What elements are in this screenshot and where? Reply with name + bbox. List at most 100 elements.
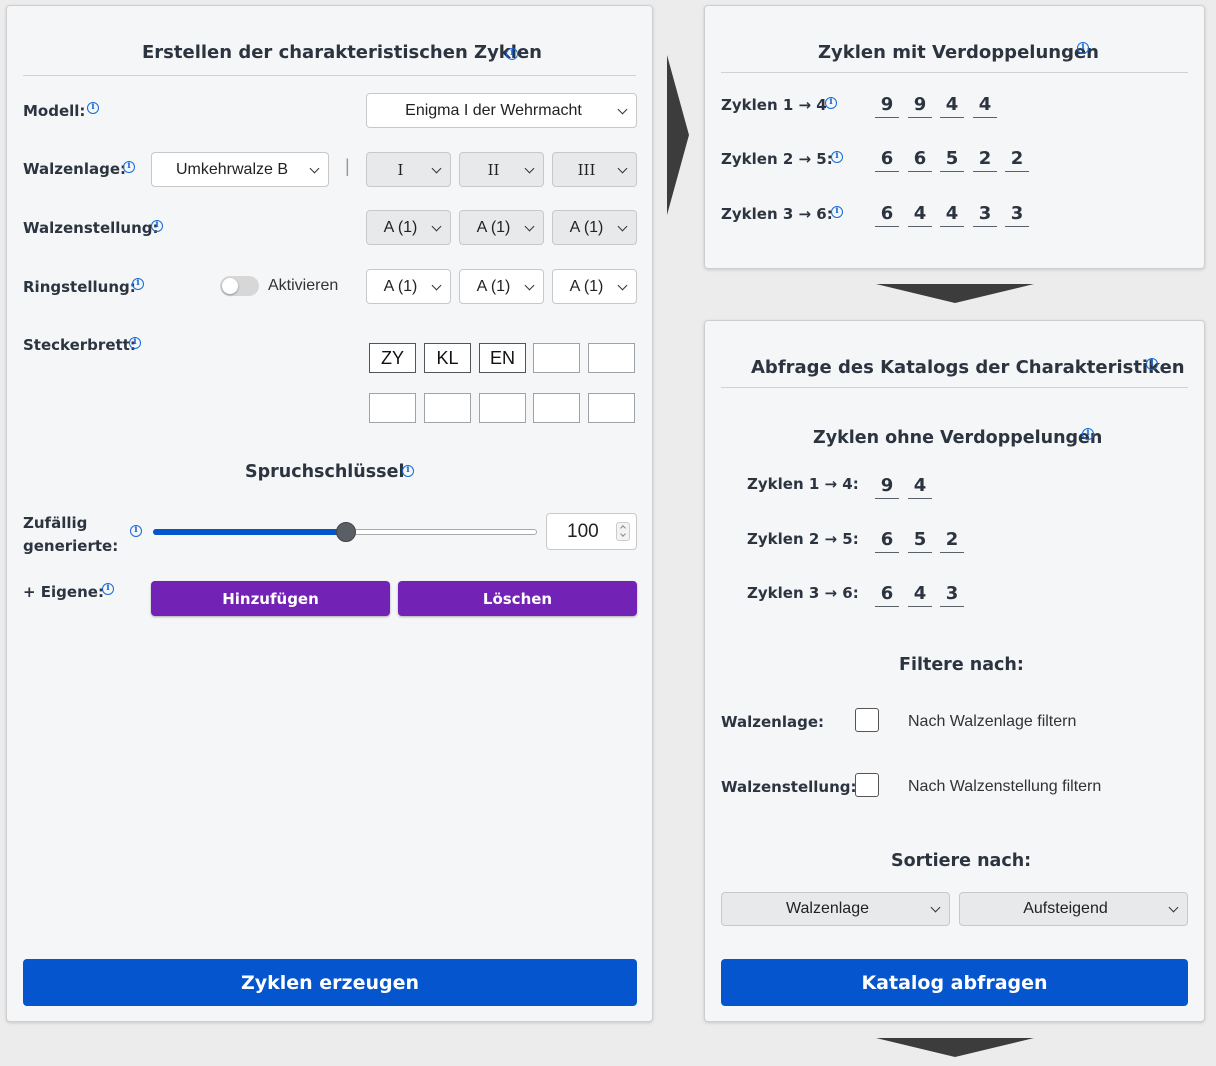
slider-fill: [153, 529, 345, 535]
info-icon[interactable]: i: [831, 151, 843, 163]
info-icon[interactable]: i: [132, 278, 144, 290]
plug-input[interactable]: EN: [479, 343, 526, 373]
cycle-digit: 6: [875, 148, 899, 172]
info-icon[interactable]: i: [825, 97, 837, 109]
walzenstellung-3-select[interactable]: A (1): [552, 210, 637, 245]
info-icon[interactable]: i: [123, 161, 135, 173]
cycles-with-doubles-panel: Zyklen mit Verdoppelungen i Zyklen 1 → 4…: [704, 5, 1205, 269]
modell-label: Modell:: [23, 102, 86, 120]
delete-button[interactable]: Löschen: [398, 581, 637, 616]
plug-input[interactable]: [479, 393, 526, 423]
arrow-down-icon: [876, 1038, 1034, 1057]
plug-input[interactable]: KL: [424, 343, 471, 373]
cycle-digit: 4: [908, 475, 932, 499]
walzenstellung-1-select[interactable]: A (1): [366, 210, 451, 245]
filter-title: Filtere nach:: [899, 655, 1024, 675]
ringstellung-2-select[interactable]: A (1): [459, 269, 544, 304]
filter-walzenlage-checkbox[interactable]: [855, 708, 879, 732]
row-label: Zyklen 1 → 4:: [747, 475, 859, 493]
random-count-value: 100: [567, 521, 599, 542]
random-count-slider[interactable]: [153, 522, 537, 542]
plug-input[interactable]: [533, 343, 580, 373]
cycle-digit: 6: [908, 148, 932, 172]
chevron-down-icon: [617, 104, 628, 114]
row-label: Zyklen 3 → 6:: [747, 584, 859, 602]
info-icon[interactable]: i: [151, 220, 163, 232]
ring-toggle-label: Aktivieren: [268, 277, 339, 294]
walze-3-select[interactable]: III: [552, 152, 637, 187]
spinner-icon[interactable]: [616, 522, 630, 541]
info-icon[interactable]: i: [87, 102, 99, 114]
generate-cycles-button[interactable]: Zyklen erzeugen: [23, 959, 637, 1006]
slider-thumb[interactable]: [336, 522, 356, 542]
toggle-knob: [222, 278, 238, 294]
ringstellung-label: Ringstellung:: [23, 278, 136, 296]
ringstellung-3-select[interactable]: A (1): [552, 269, 637, 304]
info-icon[interactable]: i: [1077, 42, 1089, 54]
cycle-digit: 4: [973, 94, 997, 118]
sort-order-select[interactable]: Aufsteigend: [959, 892, 1188, 926]
cycle-digit: 4: [940, 94, 964, 118]
filter-walzenlage-text: Nach Walzenlage filtern: [908, 713, 1077, 730]
info-icon[interactable]: i: [102, 583, 114, 595]
zufaellig-label-1: Zufällig: [23, 514, 88, 532]
modell-select-value: Enigma I der Wehrmacht: [405, 101, 582, 119]
plug-input[interactable]: ZY: [369, 343, 416, 373]
spinner-down-icon: [620, 531, 626, 537]
walzenstellung-label: Walzenstellung:: [23, 219, 159, 237]
walzenstellung-2-select[interactable]: A (1): [459, 210, 544, 245]
ringstellung-1-select[interactable]: A (1): [366, 269, 451, 304]
walze-2-select[interactable]: II: [459, 152, 544, 187]
walze-1-select[interactable]: I: [366, 152, 451, 187]
plug-input[interactable]: [588, 393, 635, 423]
info-icon[interactable]: i: [1146, 358, 1158, 370]
spinner-up-icon: [620, 525, 626, 531]
plug-input[interactable]: [588, 343, 635, 373]
row-label: Zyklen 1 → 4: [721, 96, 827, 114]
umkehrwalze-value: Umkehrwalze B: [175, 160, 289, 178]
info-icon[interactable]: i: [130, 525, 142, 537]
cycle-digit: 5: [940, 148, 964, 172]
filter-walzenstellung-checkbox[interactable]: [855, 773, 879, 797]
chevron-down-icon: [524, 221, 535, 231]
modell-select[interactable]: Enigma I der Wehrmacht: [366, 93, 637, 128]
cycle-digit: 3: [1005, 203, 1029, 227]
chevron-down-icon: [309, 163, 320, 173]
separator: |: [345, 156, 350, 176]
cycle-digit: 4: [908, 583, 932, 607]
zufaellig-label-2: generierte:: [23, 537, 119, 555]
cycle-digit: 2: [1005, 148, 1029, 172]
cycle-digit: 6: [875, 203, 899, 227]
query-catalog-button[interactable]: Katalog abfragen: [721, 959, 1188, 1006]
chevron-down-icon: [930, 902, 941, 913]
plug-input[interactable]: [533, 393, 580, 423]
walze-1-value: I: [397, 160, 404, 179]
chevron-down-icon: [617, 221, 628, 231]
add-button[interactable]: Hinzufügen: [151, 581, 390, 616]
sort-field-select[interactable]: Walzenlage: [721, 892, 950, 926]
info-icon[interactable]: i: [402, 465, 414, 477]
walzenstellung-3-value: A (1): [569, 218, 604, 236]
cycle-digit: 3: [940, 583, 964, 607]
plug-input[interactable]: [369, 393, 416, 423]
info-icon[interactable]: i: [129, 337, 141, 349]
info-icon[interactable]: i: [1082, 428, 1094, 440]
divider: [721, 72, 1188, 73]
plug-input[interactable]: [424, 393, 471, 423]
row-label: Zyklen 3 → 6:: [721, 205, 833, 223]
chevron-down-icon: [431, 221, 442, 231]
umkehrwalze-select[interactable]: Umkehrwalze B: [151, 152, 329, 187]
cycle-digit: 2: [973, 148, 997, 172]
info-icon[interactable]: i: [831, 206, 843, 218]
info-icon[interactable]: i: [506, 48, 518, 60]
chevron-down-icon: [524, 280, 535, 290]
ringstellung-toggle[interactable]: [220, 276, 259, 296]
panel-title: Zyklen mit Verdoppelungen: [818, 42, 1099, 63]
spruchschluessel-title: Spruchschlüssel: [245, 462, 405, 482]
sort-field-value: Walzenlage: [785, 900, 869, 917]
divider: [721, 387, 1188, 388]
filter-walzenstellung-label: Walzenstellung:: [721, 778, 857, 796]
cycle-digit: 9: [875, 475, 899, 499]
walzenstellung-1-value: A (1): [383, 218, 418, 236]
random-count-input[interactable]: 100: [546, 513, 637, 550]
